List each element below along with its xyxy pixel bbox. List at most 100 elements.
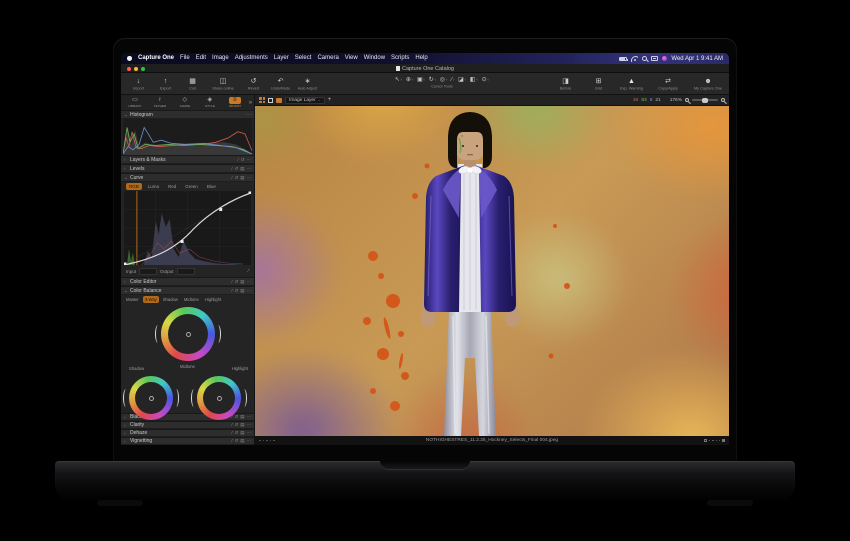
- cb-tab-3way[interactable]: 3-Way: [142, 296, 159, 303]
- pager-last-icon[interactable]: [722, 439, 725, 442]
- zoom-slider-handle[interactable]: [702, 97, 708, 103]
- spot-tool-icon[interactable]: ◎: [440, 76, 448, 84]
- menu-item-select[interactable]: Select: [295, 53, 312, 64]
- cull-button[interactable]: ▦ Cull: [179, 77, 206, 91]
- reset-icon[interactable]: ↺: [234, 421, 238, 429]
- brush-icon[interactable]: ∕: [232, 165, 233, 173]
- brush-icon[interactable]: ∕: [238, 156, 239, 164]
- more-icon[interactable]: ⋯: [247, 111, 252, 119]
- erase-mask-tool-icon[interactable]: ◪: [458, 76, 466, 84]
- more-icon[interactable]: ⋯: [247, 165, 252, 173]
- brush-icon[interactable]: ∕: [232, 287, 233, 295]
- export-button[interactable]: ↑ Export: [152, 77, 179, 91]
- spotlight-search-icon[interactable]: [642, 56, 648, 61]
- curve-graph[interactable]: [124, 191, 251, 265]
- shadow-color-wheel[interactable]: [123, 376, 179, 420]
- section-header-levels[interactable]: › Levels ∕ ↺ ▤ ⋯: [121, 164, 254, 173]
- more-icon[interactable]: ⋯: [247, 437, 252, 445]
- browser-pager[interactable]: [704, 439, 725, 442]
- copy-icon[interactable]: ▤: [240, 287, 244, 295]
- menu-item-scripts[interactable]: Scripts: [391, 53, 409, 64]
- zoom-out-icon[interactable]: [685, 98, 689, 102]
- curve-point-picker-icon[interactable]: ∕: [248, 268, 249, 274]
- layer-dropdown[interactable]: Image Layer ⌄: [285, 96, 325, 104]
- more-tabs-chevron-icon[interactable]: »: [249, 100, 252, 106]
- add-layer-button[interactable]: +: [328, 96, 332, 105]
- crop-tool-icon[interactable]: ▣: [417, 76, 425, 84]
- curve-output-field[interactable]: [176, 267, 195, 275]
- section-header-color-editor[interactable]: › Color Editor ∕ ↺ ▤ ⋯: [121, 277, 254, 286]
- highlight-color-wheel[interactable]: [191, 376, 247, 420]
- more-icon[interactable]: ⋯: [247, 156, 252, 164]
- menu-item-app[interactable]: Capture One: [138, 53, 174, 64]
- wheel-tick[interactable]: [123, 389, 129, 407]
- copy-icon[interactable]: ▤: [240, 429, 244, 437]
- section-header-vignetting[interactable]: › Vignetting ∕ ↺ ▤ ⋯: [121, 437, 254, 445]
- auto-adjust-button[interactable]: ∗ Auto Adjust: [294, 77, 321, 91]
- tab-tether[interactable]: ≀ TETHER: [148, 97, 172, 109]
- reset-icon[interactable]: ↺: [241, 156, 245, 164]
- cb-tab-master[interactable]: Master: [124, 296, 141, 303]
- reset-icon[interactable]: ↺: [234, 287, 238, 295]
- undo-redo-button[interactable]: ↶ Undo/Redo: [267, 77, 294, 91]
- more-icon[interactable]: ⋯: [247, 413, 252, 421]
- more-icon[interactable]: ⋯: [247, 429, 252, 437]
- my-capture-one-button[interactable]: ☻ My Capture One: [691, 77, 725, 91]
- cb-tab-highlight[interactable]: Highlight: [203, 296, 223, 303]
- copy-icon[interactable]: ▤: [240, 278, 244, 286]
- reset-icon[interactable]: ↺: [234, 429, 238, 437]
- copy-icon[interactable]: ▤: [240, 174, 244, 182]
- menu-item-file[interactable]: File: [180, 53, 190, 64]
- menu-item-layer[interactable]: Layer: [274, 53, 289, 64]
- pan-tool-icon[interactable]: ⊕: [406, 76, 414, 84]
- pointer-tool-icon[interactable]: ↖: [395, 76, 403, 84]
- wheel-tick[interactable]: [173, 389, 179, 407]
- menu-item-camera[interactable]: Camera: [317, 53, 338, 64]
- menu-item-image[interactable]: Image: [212, 53, 229, 64]
- brush-icon[interactable]: ∕: [232, 278, 233, 286]
- wheel-tick[interactable]: [155, 325, 161, 343]
- more-icon[interactable]: ⋯: [247, 174, 252, 182]
- pager-first-icon[interactable]: [704, 439, 708, 442]
- wheel-tick[interactable]: [191, 389, 197, 407]
- grid-button[interactable]: ⊞ Grid: [585, 77, 612, 91]
- brush-icon[interactable]: ∕: [232, 421, 233, 429]
- menu-item-window[interactable]: Window: [364, 53, 385, 64]
- reset-icon[interactable]: ↺: [234, 278, 238, 286]
- before-after-button[interactable]: ◨ Before: [552, 77, 579, 91]
- reset-icon[interactable]: ↺: [234, 174, 238, 182]
- more-icon[interactable]: ⋯: [247, 278, 252, 286]
- photo[interactable]: [255, 106, 729, 436]
- brush-icon[interactable]: ∕: [232, 174, 233, 182]
- brush-icon[interactable]: ∕: [232, 429, 233, 437]
- section-header-dehaze[interactable]: › Dehaze ∕ ↺ ▤ ⋯: [121, 429, 254, 437]
- zoom-slider[interactable]: [692, 97, 718, 103]
- copy-icon[interactable]: ▤: [240, 421, 244, 429]
- battery-icon[interactable]: [619, 56, 629, 61]
- draw-mask-tool-icon[interactable]: ∕: [451, 76, 455, 84]
- apple-logo-icon[interactable]: [127, 56, 132, 61]
- curve-tab-rgb[interactable]: RGB: [126, 183, 142, 190]
- section-header-layers-masks[interactable]: › Layers & Masks ∕ ↺ ⋯: [121, 155, 254, 164]
- more-icon[interactable]: ⋯: [247, 421, 252, 429]
- proof-profile-icon[interactable]: [276, 97, 282, 103]
- revert-button[interactable]: ↺ Revert: [240, 77, 267, 91]
- wheel-tick[interactable]: [241, 389, 247, 407]
- reset-icon[interactable]: ↺: [234, 437, 238, 445]
- more-icon[interactable]: ⋯: [247, 287, 252, 295]
- exposure-warning-button[interactable]: ▲ Exp. Warning: [618, 77, 645, 91]
- share-online-button[interactable]: ◫ Share online: [206, 77, 240, 91]
- curve-input-field[interactable]: [139, 267, 158, 275]
- menu-item-help[interactable]: Help: [415, 53, 427, 64]
- tab-library[interactable]: ▭ LIBRARY: [123, 97, 147, 109]
- midtone-color-wheel[interactable]: [155, 307, 221, 361]
- curve-tab-red[interactable]: Red: [165, 183, 179, 190]
- cb-tab-shadow[interactable]: Shadow: [161, 296, 180, 303]
- curve-tab-blue[interactable]: Blue: [204, 183, 219, 190]
- menu-item-view[interactable]: View: [345, 53, 358, 64]
- zoom-in-icon[interactable]: [721, 98, 725, 102]
- wheel-tick[interactable]: [215, 325, 221, 343]
- section-header-curve[interactable]: ⌄ Curve ∕ ↺ ▤ ⋯: [121, 173, 254, 182]
- import-button[interactable]: ↓ Import: [125, 77, 152, 91]
- copy-apply-button[interactable]: ⇄ Copy/Apply: [651, 77, 685, 91]
